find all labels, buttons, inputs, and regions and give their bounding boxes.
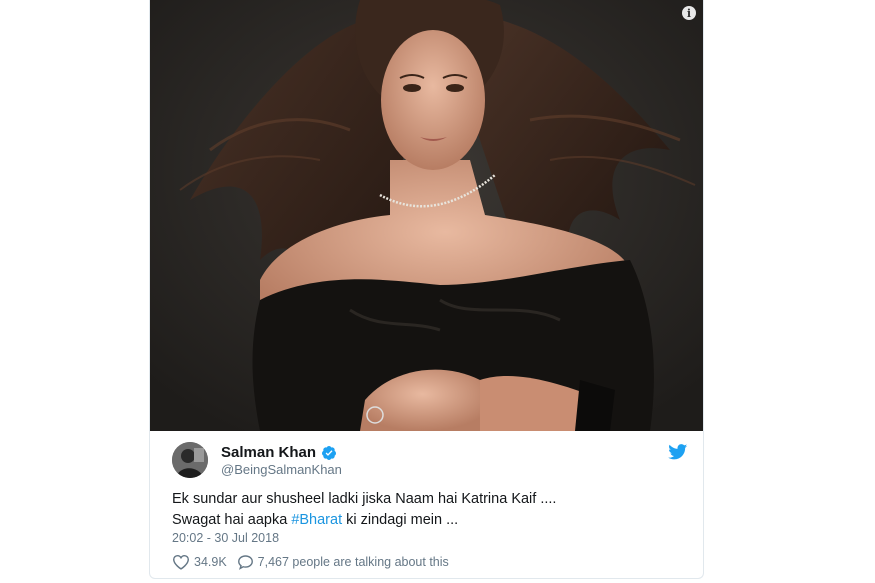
talking-about-link[interactable]: 7,467 people are talking about this [258,555,449,569]
tweet-actions: 34.9K 7,467 people are talking about thi… [172,553,449,571]
verified-badge-icon [322,446,336,460]
tweet-timestamp[interactable]: 20:02 - 30 Jul 2018 [172,531,279,545]
tweet-header: Salman Khan @BeingSalmanKhan [172,442,692,478]
display-name[interactable]: Salman Khan [221,444,316,461]
info-icon[interactable]: i [682,6,696,20]
heart-icon[interactable] [172,554,190,570]
tweet-text: Ek sundar aur shusheel ladki jiska Naam … [172,489,672,531]
user-handle[interactable]: @BeingSalmanKhan [221,462,342,477]
tweet-photo[interactable]: i [150,0,703,431]
twitter-bird-icon[interactable] [668,444,688,460]
embedded-tweet-card: i Salman Khan @BeingSalmanKhan Ek sundar… [149,0,704,579]
portrait-photo-illustration [150,0,703,431]
tweet-text-line-2: Swagat hai aapka #Bharat ki zindagi mein… [172,510,672,531]
avatar-photo [172,442,208,478]
speech-bubble-icon[interactable] [237,554,254,570]
tweet-text-line-2-start: Swagat hai aapka [172,512,292,528]
like-count[interactable]: 34.9K [194,555,227,569]
tweet-text-line-1: Ek sundar aur shusheel ladki jiska Naam … [172,491,557,507]
avatar[interactable] [172,442,208,478]
hashtag-link[interactable]: #Bharat [291,512,342,528]
tweet-text-line-2-end: ki zindagi mein ... [342,512,459,528]
